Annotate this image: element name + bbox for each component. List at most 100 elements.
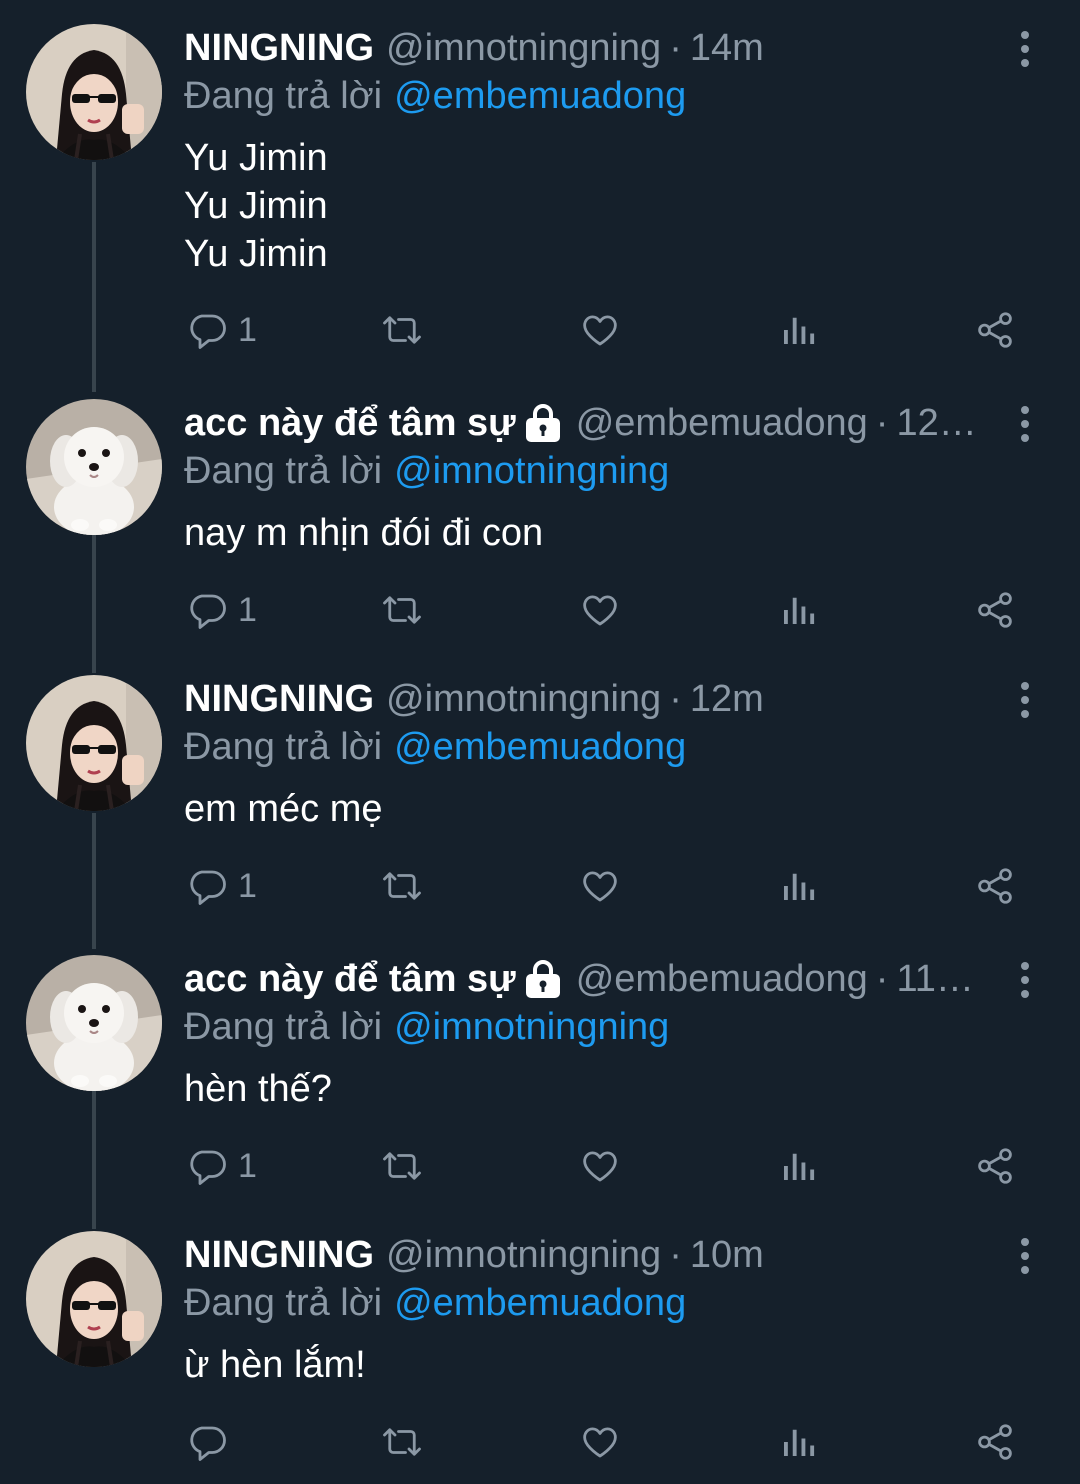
more-options-icon[interactable] <box>1014 405 1036 443</box>
reply-count: 1 <box>238 310 257 349</box>
tweet-text: ừ hèn lắm! <box>184 1344 366 1386</box>
share-button[interactable] <box>974 305 1016 355</box>
like-button[interactable] <box>579 861 621 911</box>
replying-to-label: Đang trả lời <box>184 725 383 768</box>
replying-to: Đang trả lời @embemuadong <box>184 1279 686 1327</box>
user-handle[interactable]: @imnotningning <box>386 678 661 721</box>
separator-dot: · <box>875 401 889 444</box>
reply-count: 1 <box>238 866 257 905</box>
timestamp[interactable]: 11… <box>896 958 973 1001</box>
separator-dot: · <box>669 677 682 720</box>
analytics-button[interactable] <box>777 1417 819 1467</box>
share-icon <box>978 312 1012 348</box>
heart-icon <box>583 595 617 626</box>
tweet-header: acc này để tâm sự @embemuadong · 12… <box>184 399 990 447</box>
mention-link[interactable]: @embemuadong <box>394 726 686 769</box>
reply-icon <box>190 1150 226 1185</box>
replying-to: Đang trả lời @imnotningning <box>184 1003 669 1051</box>
user-handle[interactable]: @imnotningning <box>386 1234 661 1277</box>
user-handle[interactable]: @embemuadong <box>576 958 868 1001</box>
display-name[interactable]: NINGNING <box>184 27 374 70</box>
analytics-icon <box>784 873 815 900</box>
reply-button[interactable] <box>186 1417 238 1467</box>
avatar[interactable] <box>26 24 162 160</box>
analytics-button[interactable] <box>777 861 819 911</box>
retweet-button[interactable] <box>381 305 423 355</box>
replying-to-label: Đang trả lời <box>184 1005 383 1048</box>
user-handle[interactable]: @embemuadong <box>576 402 868 445</box>
display-name[interactable]: NINGNING <box>184 1234 374 1277</box>
replying-to-label: Đang trả lời <box>184 74 383 117</box>
more-options-icon[interactable] <box>1014 961 1036 999</box>
retweet-button[interactable] <box>381 1417 423 1467</box>
thread-line <box>92 162 96 392</box>
timestamp[interactable]: 12m <box>690 678 764 721</box>
retweet-icon <box>383 872 421 900</box>
user-handle[interactable]: @imnotningning <box>386 27 661 70</box>
tweet-text: nay m nhịn đói đi con <box>184 512 544 554</box>
display-name[interactable]: acc này để tâm sự <box>184 402 516 445</box>
tweet-actions <box>0 1417 1080 1467</box>
share-button[interactable] <box>974 1141 1016 1191</box>
reply-button[interactable]: 1 <box>186 585 257 635</box>
reply-button[interactable]: 1 <box>186 1141 257 1191</box>
timestamp[interactable]: 14m <box>690 27 764 70</box>
mention-link[interactable]: @embemuadong <box>394 1282 686 1325</box>
like-button[interactable] <box>579 1141 621 1191</box>
timestamp[interactable]: 10m <box>690 1234 764 1277</box>
analytics-button[interactable] <box>777 585 819 635</box>
replying-to: Đang trả lời @imnotningning <box>184 447 669 495</box>
reply-icon <box>190 594 226 629</box>
avatar[interactable] <box>26 675 162 811</box>
tweet-header: NINGNING @imnotningning · 14m <box>184 24 990 72</box>
share-button[interactable] <box>974 861 1016 911</box>
replying-to: Đang trả lời @embemuadong <box>184 723 686 771</box>
more-options-icon[interactable] <box>1014 1237 1036 1275</box>
share-icon <box>978 1148 1012 1184</box>
retweet-icon <box>383 596 421 624</box>
reply-count: 1 <box>238 1146 257 1185</box>
mention-link[interactable]: @embemuadong <box>394 75 686 118</box>
share-icon <box>978 1424 1012 1460</box>
analytics-icon <box>784 1153 815 1180</box>
tweet-actions: 1 <box>0 1141 1080 1191</box>
tweet-header: NINGNING @imnotningning · 12m <box>184 675 990 723</box>
retweet-button[interactable] <box>381 1141 423 1191</box>
replying-to-label: Đang trả lời <box>184 1281 383 1324</box>
reply-icon <box>190 1426 226 1461</box>
like-button[interactable] <box>579 1417 621 1467</box>
girl-sunglasses-avatar <box>26 1231 162 1367</box>
replying-to-label: Đang trả lời <box>184 449 383 492</box>
display-name[interactable]: NINGNING <box>184 678 374 721</box>
avatar[interactable] <box>26 955 162 1091</box>
share-button[interactable] <box>974 1417 1016 1467</box>
mention-link[interactable]: @imnotningning <box>394 450 669 493</box>
tweet-actions: 1 <box>0 305 1080 355</box>
retweet-icon <box>383 1152 421 1180</box>
share-button[interactable] <box>974 585 1016 635</box>
reply-button[interactable]: 1 <box>186 305 257 355</box>
analytics-button[interactable] <box>777 305 819 355</box>
retweet-icon <box>383 1428 421 1456</box>
more-options-icon[interactable] <box>1014 681 1036 719</box>
mention-link[interactable]: @imnotningning <box>394 1006 669 1049</box>
retweet-button[interactable] <box>381 861 423 911</box>
more-options-icon[interactable] <box>1014 30 1036 68</box>
tweet-header: NINGNING @imnotningning · 10m <box>184 1231 990 1279</box>
heart-icon <box>583 871 617 902</box>
timestamp[interactable]: 12… <box>896 402 976 445</box>
like-button[interactable] <box>579 305 621 355</box>
avatar[interactable] <box>26 1231 162 1367</box>
tweet-text: Yu Jimin Yu Jimin Yu Jimin <box>184 137 328 275</box>
analytics-icon <box>784 317 815 344</box>
display-name[interactable]: acc này để tâm sự <box>184 958 516 1001</box>
reply-button[interactable]: 1 <box>186 861 257 911</box>
lock-icon <box>522 959 564 999</box>
avatar[interactable] <box>26 399 162 535</box>
analytics-button[interactable] <box>777 1141 819 1191</box>
like-button[interactable] <box>579 585 621 635</box>
retweet-button[interactable] <box>381 585 423 635</box>
reply-count: 1 <box>238 590 257 629</box>
lock-icon <box>522 403 564 443</box>
reply-icon <box>190 314 226 349</box>
